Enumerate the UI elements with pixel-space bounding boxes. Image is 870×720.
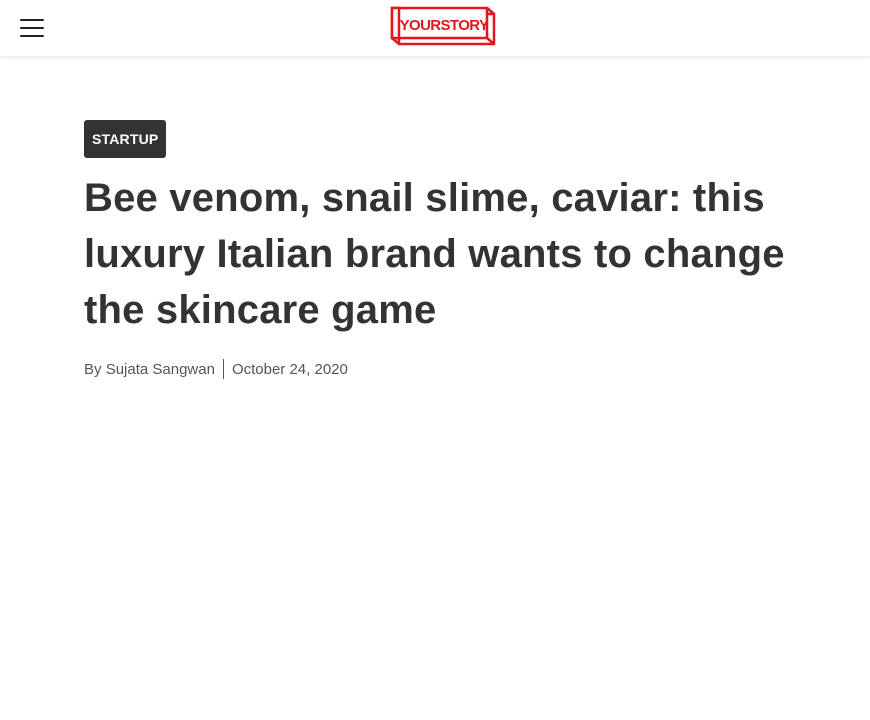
- category-badge[interactable]: STARTUP: [84, 120, 167, 158]
- logo-mark-icon: YOURSTORY: [390, 6, 496, 46]
- article-headline: Bee venom, snail slime, caviar: this lux…: [84, 176, 785, 332]
- yourstory-logo[interactable]: YOURSTORY: [390, 4, 496, 46]
- menu-line: [20, 27, 44, 29]
- logo-text: YOURSTORY: [400, 17, 489, 34]
- menu-line: [20, 19, 44, 21]
- byline-prefix: By: [84, 360, 102, 378]
- menu-line: [20, 35, 44, 37]
- article-byline: By Sujata Sangwan October 24, 2020: [84, 358, 348, 380]
- author-link[interactable]: Sujata Sangwan: [106, 361, 215, 378]
- top-navigation-bar: YOURSTORY: [0, 0, 870, 56]
- hamburger-menu-icon[interactable]: [20, 18, 44, 38]
- publish-date: October 24, 2020: [231, 360, 348, 378]
- byline-divider: [222, 359, 224, 379]
